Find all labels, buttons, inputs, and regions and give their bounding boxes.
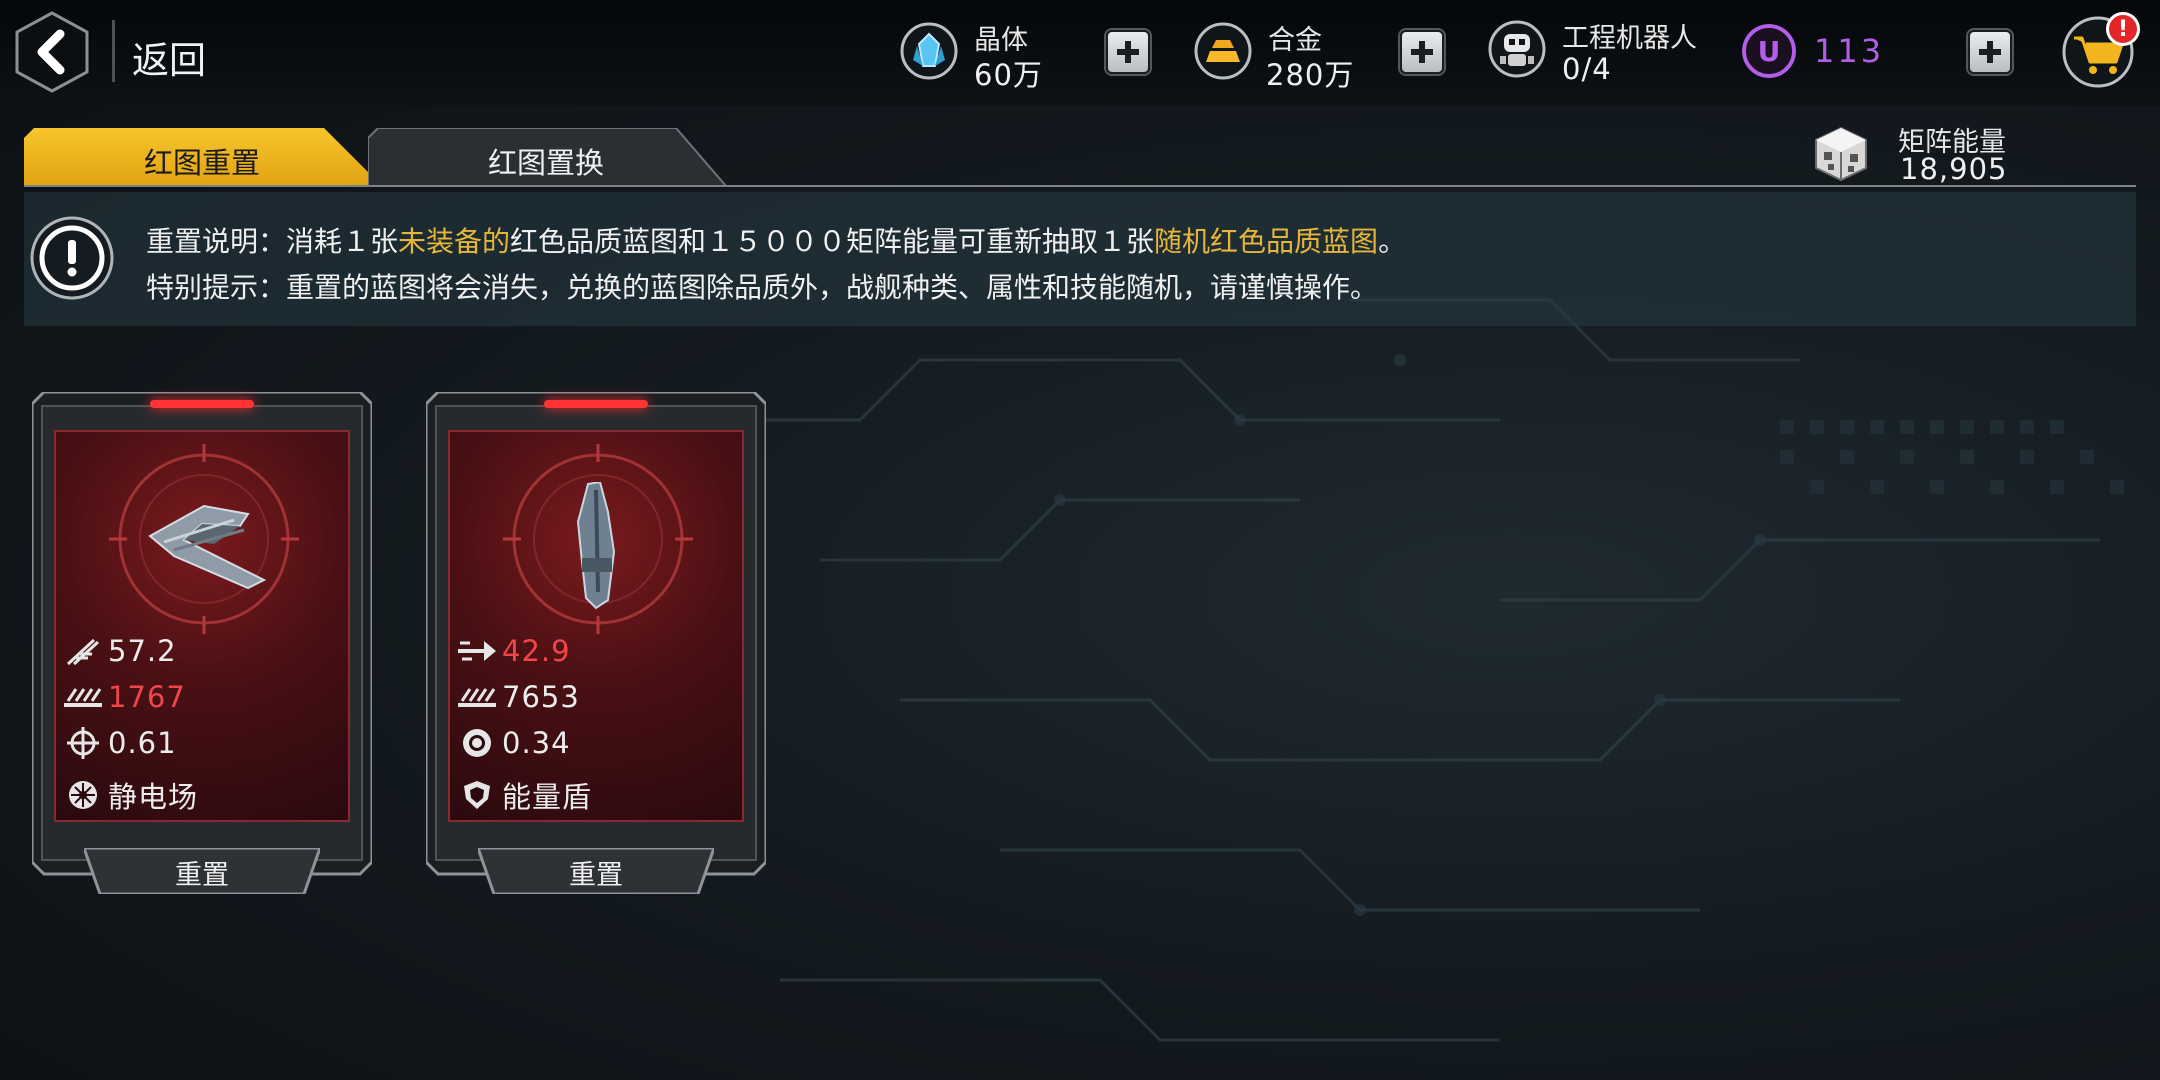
stat-value: 42.9	[502, 634, 571, 668]
stat-row: 能量盾	[458, 776, 592, 814]
add-alloy-button[interactable]	[1400, 30, 1444, 74]
reset-button-label: 重置	[569, 860, 623, 891]
plus-icon	[1411, 41, 1433, 63]
robot-icon	[1488, 20, 1546, 78]
blueprint-card[interactable]: 57.2 1767 0.61 静电场 重置	[32, 392, 372, 902]
cart-alert-badge: !	[2106, 12, 2140, 46]
stat-value: 0.61	[108, 726, 177, 760]
stat-row: 1767	[64, 678, 186, 716]
u-currency-icon: U	[1742, 24, 1796, 78]
add-u-currency-button[interactable]	[1968, 30, 2012, 74]
stat-row: 0.34	[458, 724, 571, 762]
card-face: 42.9 7653 0.34 能量盾	[448, 430, 744, 822]
tab-label: 红图置换	[488, 146, 605, 180]
plus-icon	[1979, 41, 2001, 63]
crystal-icon	[900, 22, 958, 80]
missile-icon	[64, 634, 102, 668]
notice-prefix: 重置说明：消耗１张	[146, 225, 399, 258]
gear-icon	[458, 726, 496, 760]
stat-row: 静电场	[64, 776, 198, 814]
tab-red-blueprint-reset[interactable]: 红图重置	[24, 128, 384, 186]
stat-row: 57.2	[64, 632, 177, 670]
stat-row: 7653	[458, 678, 580, 716]
stat-value: 静电场	[108, 780, 199, 814]
back-separator	[112, 20, 115, 82]
matrix-energy-value: 18,905	[1900, 152, 2008, 186]
tab-underline	[24, 185, 2136, 187]
back-label[interactable]: 返回	[132, 30, 206, 84]
reset-button[interactable]: 重置	[84, 848, 320, 894]
notice-highlight-unequipped: 未装备的	[398, 225, 511, 258]
crosshair-icon	[64, 726, 102, 760]
reset-button[interactable]: 重置	[478, 848, 714, 894]
alloy-icon	[1194, 22, 1252, 80]
tab-red-blueprint-exchange[interactable]: 红图置换	[368, 128, 728, 186]
battleship-icon	[148, 504, 267, 590]
back-arrow-icon	[15, 11, 89, 93]
robot-label: 工程机器人	[1562, 23, 1697, 54]
blueprint-card[interactable]: 42.9 7653 0.34 能量盾 重置	[426, 392, 766, 902]
firepower-icon	[64, 680, 102, 714]
notice-line-2: 特别提示：重置的蓝图将会消失，兑换的蓝图除品质外，战舰种类、属性和技能随机，请谨…	[146, 271, 1379, 304]
exclamation-icon	[30, 216, 114, 300]
stat-value: 57.2	[108, 634, 177, 668]
crystal-value: 60万	[974, 58, 1043, 92]
u-currency-value: 113	[1814, 32, 1885, 70]
stat-value: 1767	[108, 680, 186, 714]
alloy-value: 280万	[1266, 58, 1355, 92]
stat-row: 42.9	[458, 632, 571, 670]
card-status-light	[544, 400, 648, 408]
shield-icon	[458, 778, 496, 812]
reset-button-label: 重置	[175, 860, 229, 891]
notice-highlight-random-red: 随机红色品质蓝图	[1154, 225, 1379, 258]
speed-arrow-icon	[458, 634, 496, 668]
card-face: 57.2 1767 0.61 静电场	[54, 430, 350, 822]
notice-middle: 红色品质蓝图和１５０００矩阵能量可重新抽取１张	[510, 225, 1155, 258]
u-letter: U	[1758, 35, 1781, 68]
robot-value: 0/4	[1562, 52, 1612, 86]
firepower-icon	[458, 680, 496, 714]
add-crystal-button[interactable]	[1106, 30, 1150, 74]
tab-label: 红图重置	[144, 146, 261, 180]
back-button[interactable]	[14, 10, 90, 94]
matrix-energy-icon	[1815, 126, 1867, 182]
reset-notice-panel: 重置说明：消耗１张未装备的红色品质蓝图和１５０００矩阵能量可重新抽取１张随机红色…	[24, 192, 2136, 326]
plus-icon	[1117, 41, 1139, 63]
stat-value: 能量盾	[502, 780, 593, 814]
frigate-icon	[576, 482, 616, 610]
stat-value: 7653	[502, 680, 580, 714]
top-bar: 返回 晶体 60万 合金 280万 工程机器人 0/4 U 113 !	[0, 0, 2160, 106]
notice-line-1: 重置说明：消耗１张未装备的红色品质蓝图和１５０００矩阵能量可重新抽取１张随机红色…	[146, 220, 1406, 260]
static-field-icon	[64, 778, 102, 812]
notice-suffix: 。	[1378, 225, 1407, 258]
stat-value: 0.34	[502, 726, 571, 760]
stat-row: 0.61	[64, 724, 177, 762]
card-status-light	[150, 400, 254, 408]
